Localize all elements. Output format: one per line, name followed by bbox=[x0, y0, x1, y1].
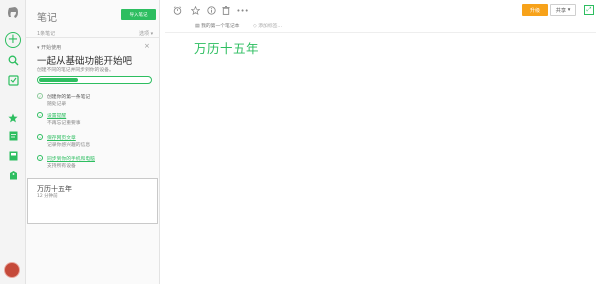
share-button[interactable]: 共享 ▾ bbox=[550, 4, 576, 16]
search-icon[interactable] bbox=[5, 52, 21, 68]
more-icon[interactable]: ••• bbox=[236, 6, 248, 15]
import-notes-button[interactable]: 导入笔记 bbox=[121, 9, 156, 20]
getting-started-subtitle: 创建不同的笔记并同步到你的设备。 bbox=[37, 68, 114, 73]
task-create-note[interactable]: ✓ 创建你的第一条笔记 随处记录 bbox=[37, 93, 157, 111]
note-count: 1条笔记 bbox=[37, 31, 56, 37]
notebook-icon[interactable] bbox=[5, 148, 21, 164]
chevron-down-icon: ▾ bbox=[567, 7, 571, 13]
trash-icon[interactable] bbox=[221, 6, 230, 15]
progress-bar bbox=[37, 76, 152, 84]
note-card[interactable]: 万历十五年 12 分钟前 bbox=[27, 178, 158, 224]
avatar[interactable] bbox=[4, 262, 20, 278]
note-title-field[interactable]: 万历十五年 bbox=[194, 38, 259, 57]
elephant-logo-icon[interactable] bbox=[5, 5, 21, 21]
step-icon: › bbox=[37, 155, 43, 161]
divider bbox=[165, 32, 596, 33]
task-save-web-article[interactable]: › 保存网页文章 记录你感兴趣的信息 bbox=[37, 134, 157, 152]
alarm-clock-icon[interactable] bbox=[173, 6, 182, 15]
progress-fill bbox=[39, 78, 78, 82]
upgrade-button[interactable]: 升级 bbox=[522, 4, 548, 16]
getting-started-header[interactable]: ▾ 开始使用 bbox=[37, 44, 61, 51]
divider bbox=[26, 37, 160, 38]
step-icon: › bbox=[37, 112, 43, 118]
tag-icon[interactable] bbox=[5, 167, 21, 183]
task-set-reminder[interactable]: › 设置提醒 不再忘记重要事 bbox=[37, 112, 157, 130]
tag-input[interactable]: ◇ 添加标签... bbox=[253, 22, 282, 29]
task-sync-devices[interactable]: › 同步到你的手机和电脑 支持所有设备 bbox=[37, 155, 157, 173]
star-icon[interactable] bbox=[191, 6, 200, 15]
note-editor: ••• 升级 共享 ▾ ⤢ ▤ 我的第一个笔记本 ◇ 添加标签... 万历十五年 bbox=[161, 0, 600, 284]
star-icon[interactable] bbox=[5, 110, 21, 126]
expand-icon[interactable]: ⤢ bbox=[584, 5, 594, 15]
close-icon[interactable]: × bbox=[144, 42, 150, 50]
getting-started-title: 一起从基础功能开始吧 bbox=[37, 56, 133, 67]
chat-icon[interactable] bbox=[5, 72, 21, 88]
info-icon[interactable] bbox=[207, 6, 216, 15]
check-icon: ✓ bbox=[37, 93, 43, 99]
sort-options-dropdown[interactable]: 选项 ▾ bbox=[139, 30, 153, 37]
plus-icon: + bbox=[7, 32, 19, 47]
note-icon[interactable] bbox=[5, 128, 21, 144]
left-rail: + bbox=[0, 0, 26, 284]
step-icon: › bbox=[37, 134, 43, 140]
new-note-button[interactable]: + bbox=[5, 32, 21, 48]
notebook-selector[interactable]: ▤ 我的第一个笔记本 bbox=[195, 22, 239, 29]
note-card-timestamp: 12 分钟前 bbox=[37, 194, 58, 199]
note-list-panel: 笔记 导入笔记 1条笔记 选项 ▾ ▾ 开始使用 × 一起从基础功能开始吧 创建… bbox=[26, 0, 160, 284]
list-title: 笔记 bbox=[37, 13, 57, 24]
